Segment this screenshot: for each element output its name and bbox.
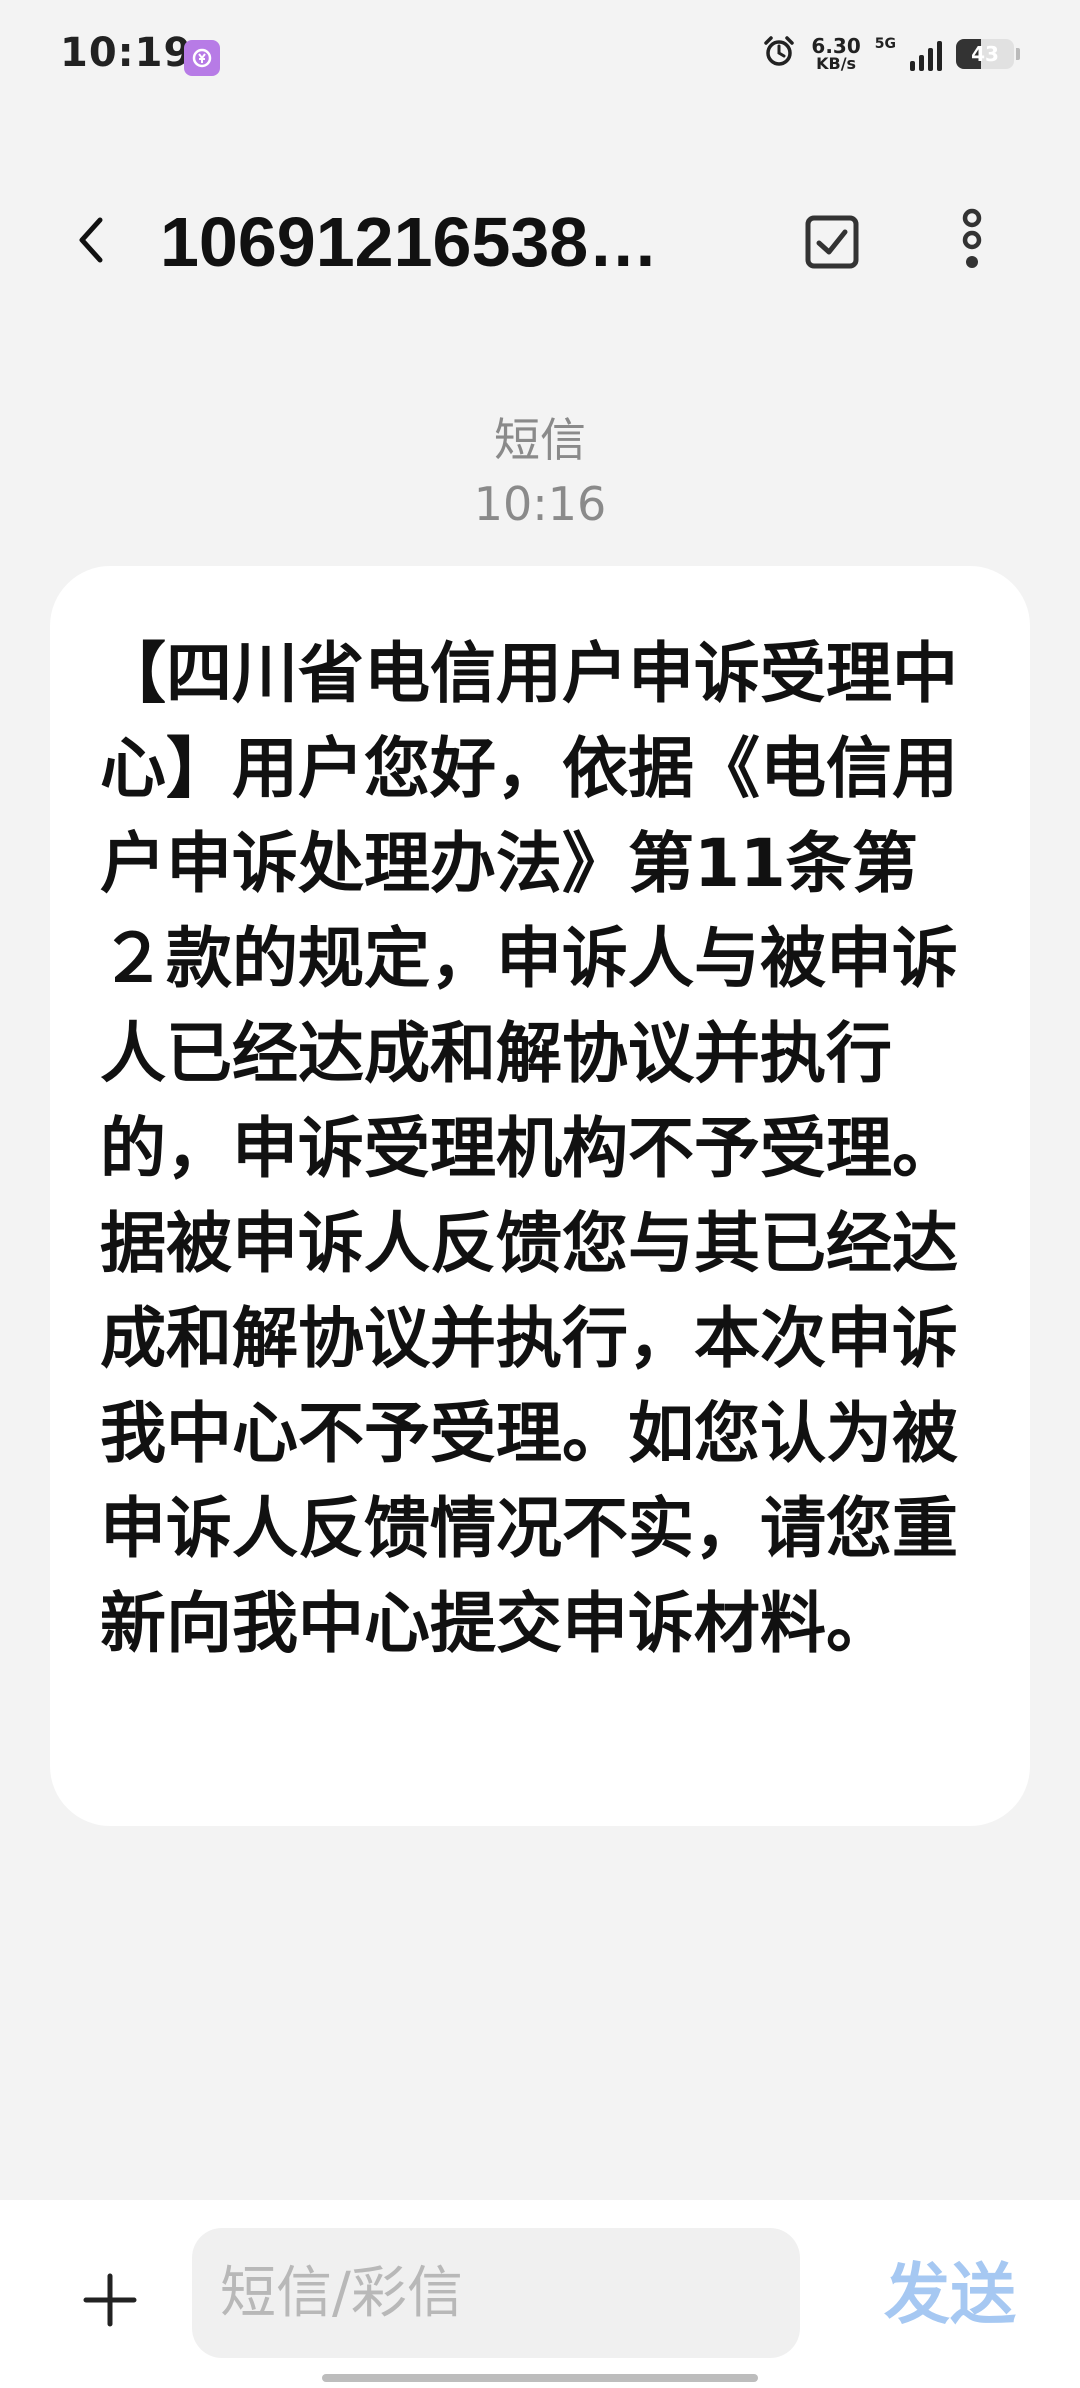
status-time: 10:19	[60, 30, 193, 76]
status-indicators: 6.30 KB/s 5G 43	[761, 34, 1020, 74]
message-input[interactable]	[192, 2228, 800, 2358]
net-speed-unit: KB/s	[816, 54, 857, 73]
send-button[interactable]: 发送	[850, 2250, 1050, 2340]
signal-icon	[910, 37, 942, 71]
message-type-label: 短信	[494, 413, 586, 467]
net-speed: 6.30 KB/s	[811, 36, 860, 72]
select-checkbox-icon	[805, 215, 859, 269]
network-type: 5G	[874, 36, 896, 52]
alarm-icon	[761, 34, 797, 74]
net-speed-value: 6.30	[811, 34, 861, 58]
message-meta: 短信 10:16	[0, 408, 1080, 536]
status-bar: 10:19 6.30 KB/s 5G 43	[0, 0, 1080, 120]
conversation-header: 10691216538…	[0, 180, 1080, 300]
back-chevron-icon	[79, 217, 103, 263]
battery-percent: 43	[971, 42, 999, 66]
back-button[interactable]	[60, 208, 124, 272]
battery-icon: 43	[956, 39, 1014, 69]
conversation-title: 10691216538…	[160, 203, 659, 281]
battery-tip	[1016, 48, 1020, 60]
app-badge-icon	[184, 40, 220, 76]
add-attachment-button[interactable]	[70, 2260, 150, 2340]
more-options-button[interactable]	[940, 208, 1004, 272]
message-timestamp: 10:16	[473, 477, 607, 531]
compose-bar: 发送	[0, 2200, 1080, 2388]
message-body: 【四川省电信用户申诉受理中心】用户您好，依据《电信用户申诉处理办法》第11条第２…	[100, 635, 958, 1662]
message-bubble[interactable]: 【四川省电信用户申诉受理中心】用户您好，依据《电信用户申诉处理办法》第11条第２…	[50, 566, 1030, 1826]
select-messages-button[interactable]	[800, 210, 864, 274]
home-indicator[interactable]	[322, 2374, 758, 2382]
plus-icon	[83, 2273, 137, 2327]
more-vertical-icon	[962, 208, 982, 268]
